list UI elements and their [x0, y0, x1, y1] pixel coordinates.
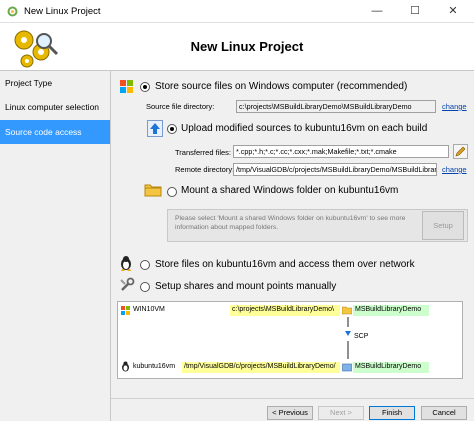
source-dir-label: Source file directory: — [146, 102, 215, 111]
wizard-sidebar: Project Type Linux computer selection So… — [0, 71, 111, 421]
previous-button[interactable]: < Previous — [267, 406, 313, 420]
mapped-folders-info-text: Please select 'Mount a shared Windows fo… — [175, 215, 406, 231]
edit-pencil-icon[interactable] — [453, 144, 468, 159]
wizard-content: Store source files on Windows computer (… — [111, 71, 474, 421]
setup-shares-label[interactable]: Setup shares and mount points manually — [155, 281, 336, 292]
store-windows-radio[interactable] — [140, 82, 150, 92]
store-linux-radio[interactable] — [140, 260, 150, 270]
finish-button[interactable]: Finish — [369, 406, 415, 420]
mount-shared-label[interactable]: Mount a shared Windows folder on kubuntu… — [181, 185, 398, 196]
sidebar-item-source-code-access[interactable]: Source code access — [0, 120, 110, 144]
transfer-method: SCP — [354, 333, 369, 340]
windows-host-name: WIN10VM — [133, 306, 165, 313]
linux-host-name: kubuntu16vm — [133, 363, 176, 370]
linux-tux-icon — [121, 256, 131, 271]
wizard-footer: < Previous Next > Finish Cancel — [111, 398, 474, 421]
next-button[interactable]: Next > — [318, 406, 364, 420]
path-mapping-diagram: WIN10VM c:\projects\MSBuildLibraryDemo\ … — [117, 301, 463, 379]
upload-radio[interactable] — [167, 124, 177, 134]
store-linux-label[interactable]: Store files on kubuntu16vm and access th… — [155, 259, 415, 270]
windows-logo-icon — [121, 306, 130, 315]
maximize-button[interactable]: ☐ — [396, 0, 434, 23]
wizard-header: New Linux Project — [0, 23, 474, 71]
title-bar: New Linux Project — ☐ ✕ — [0, 0, 474, 23]
source-dir-change-link[interactable]: change — [442, 102, 467, 111]
remote-dir-field[interactable]: /tmp/VisualGDB/c/projects/MSBuildLibrary… — [233, 163, 437, 176]
linux-small-icon — [122, 361, 129, 372]
linux-folder-icon — [342, 363, 352, 372]
linux-path: /tmp/VisualGDB/c/projects/MSBuildLibrary… — [184, 363, 336, 370]
upload-arrow-icon — [147, 120, 163, 137]
sidebar-item-linux-computer-selection[interactable]: Linux computer selection — [0, 95, 110, 119]
close-button[interactable]: ✕ — [434, 0, 472, 23]
remote-dir-label: Remote directory: — [175, 165, 235, 174]
linux-folder-name: MSBuildLibraryDemo — [355, 363, 422, 370]
store-windows-label[interactable]: Store source files on Windows computer (… — [155, 81, 407, 92]
transferred-files-field[interactable]: *.cpp;*.h;*.c;*.cc;*.cxx;*.mak;Makefile;… — [233, 145, 449, 158]
sidebar-item-project-type[interactable]: Project Type — [0, 71, 110, 95]
tools-icon — [120, 277, 135, 291]
shared-folder-icon — [144, 184, 162, 197]
setup-button[interactable]: Setup — [422, 211, 464, 240]
mount-shared-radio[interactable] — [167, 187, 177, 197]
upload-label[interactable]: Upload modified sources to kubuntu16vm o… — [181, 123, 427, 134]
folder-icon — [342, 306, 352, 315]
windows-folder-name: MSBuildLibraryDemo — [355, 306, 422, 313]
window-title: New Linux Project — [24, 6, 101, 17]
minimize-button[interactable]: — — [358, 0, 396, 23]
cancel-button[interactable]: Cancel — [421, 406, 467, 420]
visualgdb-app-icon — [7, 6, 18, 17]
windows-path: c:\projects\MSBuildLibraryDemo\ — [232, 306, 334, 313]
setup-shares-radio[interactable] — [140, 282, 150, 292]
source-dir-field[interactable]: c:\projects\MSBuildLibraryDemo\MSBuildLi… — [236, 100, 436, 113]
transfer-arrow-icon — [345, 317, 351, 359]
windows-computer-icon — [120, 80, 133, 93]
transferred-files-label: Transferred files: — [175, 148, 231, 157]
page-title: New Linux Project — [190, 39, 304, 54]
remote-dir-change-link[interactable]: change — [442, 165, 467, 174]
